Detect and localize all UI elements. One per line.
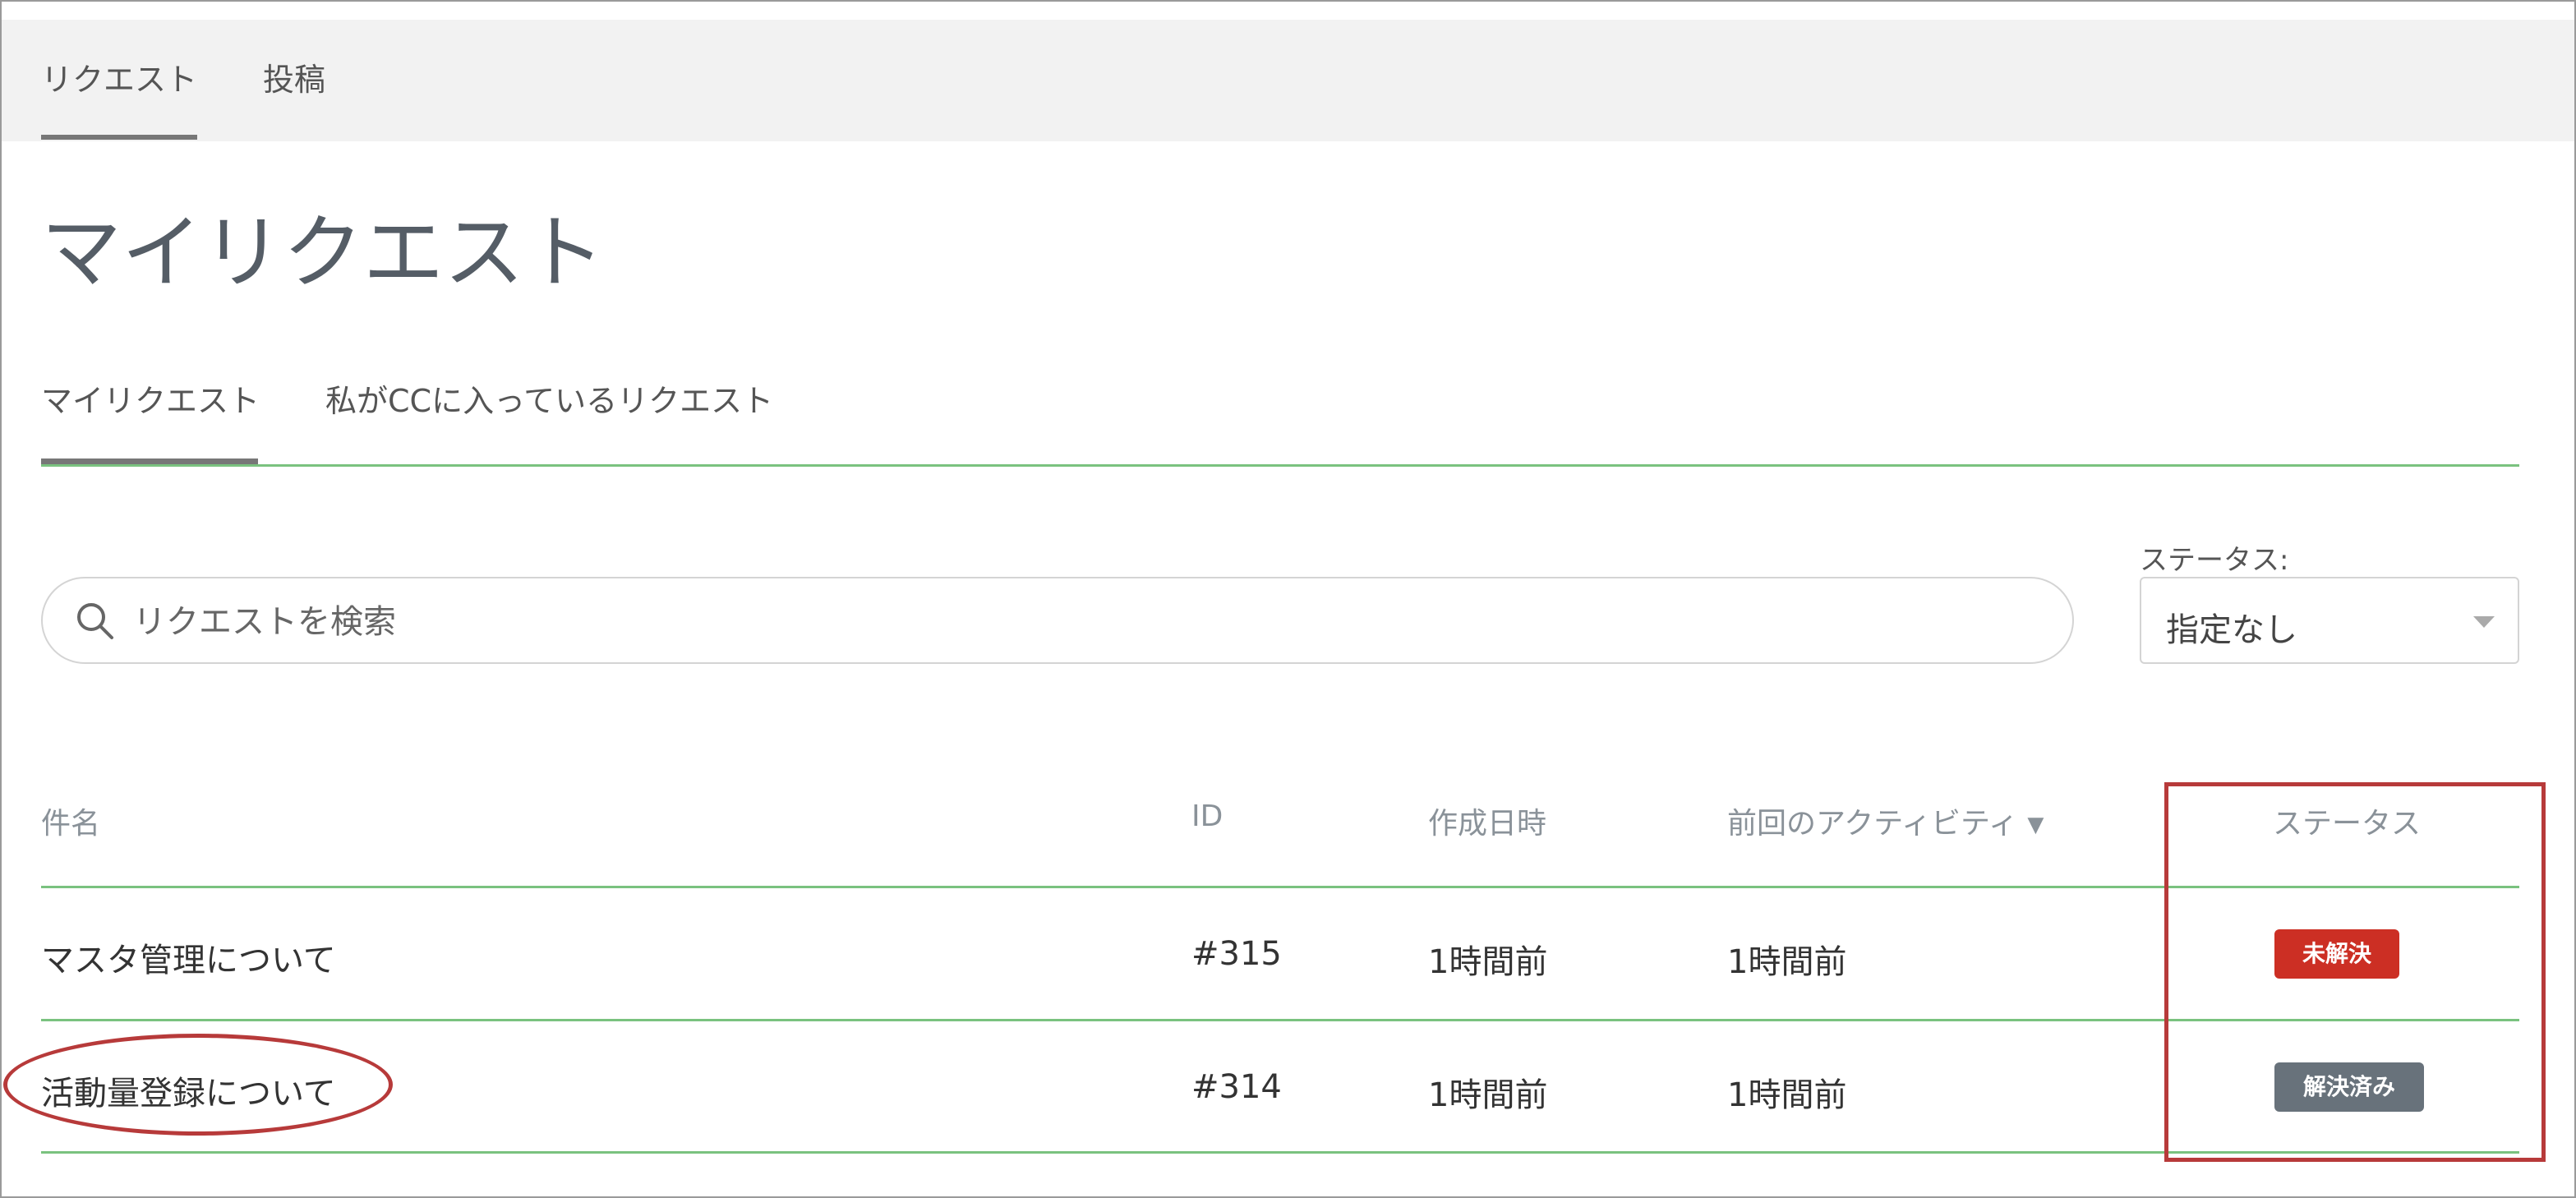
nav-tab-posts[interactable]: 投稿 [263, 54, 325, 99]
status-filter-select[interactable]: 指定なし [2140, 577, 2519, 664]
dropdown-arrow-icon [2473, 616, 2495, 628]
search-icon [77, 603, 113, 639]
request-created: 1時間前 [1428, 1076, 1548, 1114]
request-created: 1時間前 [1428, 943, 1548, 981]
request-last-activity: 1時間前 [1727, 943, 1847, 981]
status-filter-value: 指定なし [2166, 611, 2297, 649]
subtab-divider [41, 464, 2519, 467]
column-header-created[interactable]: 作成日時 [1428, 799, 1546, 842]
request-last-activity: 1時間前 [1727, 1076, 1847, 1114]
status-filter-label: ステータス: [2140, 544, 2289, 577]
request-subject-link[interactable]: マスタ管理について [41, 933, 336, 981]
tab-cc-requests[interactable]: 私がCCに入っているリクエスト [325, 376, 773, 421]
column-header-id[interactable]: ID [1191, 799, 1223, 833]
table-header-divider [41, 886, 2519, 888]
search-box[interactable] [41, 577, 2074, 664]
top-strip [2, 2, 2574, 20]
column-header-subject[interactable]: 件名 [41, 799, 100, 842]
page-title: マイリクエスト [41, 206, 606, 300]
nav-active-indicator [41, 135, 197, 140]
sort-desc-icon: ▼ [2027, 813, 2044, 837]
subject-highlight-ellipse [3, 1034, 393, 1136]
top-nav-bar [2, 20, 2574, 141]
column-header-last-activity[interactable]: 前回のアクティビティ ▼ [1727, 799, 2044, 842]
status-column-highlight [2164, 782, 2546, 1162]
tab-my-requests[interactable]: マイリクエスト [41, 376, 260, 421]
subtab-active-indicator [41, 458, 258, 464]
column-header-last-activity-label: 前回のアクティビティ [1727, 807, 2018, 841]
request-id: #315 [1191, 935, 1282, 973]
request-id: #314 [1191, 1068, 1282, 1106]
search-input[interactable] [131, 595, 2025, 649]
row-divider [41, 1019, 2519, 1021]
nav-tab-requests[interactable]: リクエスト [41, 54, 197, 99]
row-divider [41, 1151, 2519, 1154]
